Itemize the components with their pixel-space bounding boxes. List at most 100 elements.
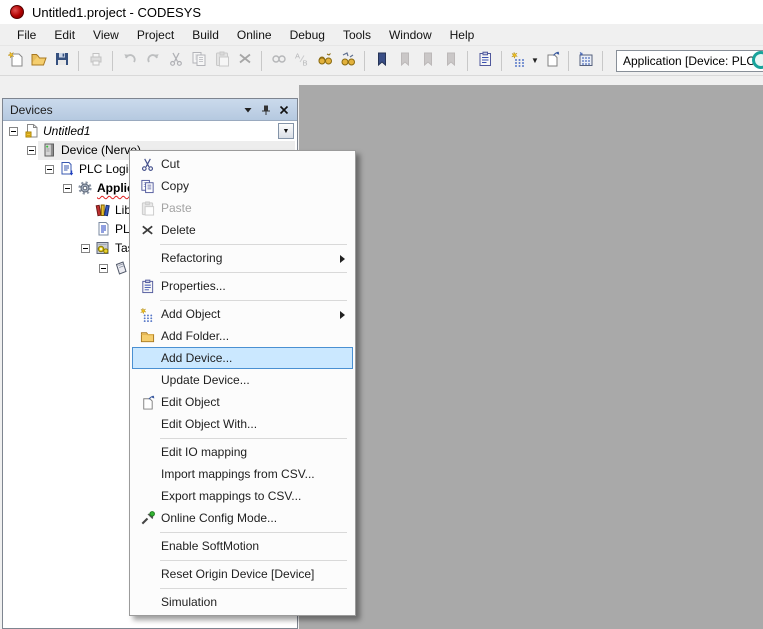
delete-icon — [133, 223, 161, 238]
codesys-app-icon[interactable] — [10, 5, 24, 19]
plc-logic-icon — [59, 161, 75, 177]
sparkle-grid-icon — [578, 51, 594, 70]
window-title: Untitled1.project - CODESYS — [32, 5, 201, 20]
panel-pin-icon[interactable] — [257, 102, 275, 117]
toolbar-separator — [78, 51, 79, 71]
menu-item-label: Simulation — [161, 595, 217, 609]
find-button[interactable] — [267, 49, 290, 73]
undo-button[interactable] — [118, 49, 141, 73]
edit-object-icon — [133, 395, 161, 410]
menu-build[interactable]: Build — [183, 25, 228, 45]
edit-object-button[interactable] — [540, 49, 563, 73]
cut-icon — [168, 51, 184, 70]
menu-item-label: Refactoring — [161, 251, 222, 265]
svg-text:A: A — [295, 52, 300, 61]
toolbar-separator — [261, 51, 262, 71]
menu-item-delete[interactable]: Delete — [132, 219, 353, 241]
panel-menu-chevron-down-icon[interactable] — [239, 102, 257, 117]
properties-button[interactable] — [473, 49, 496, 73]
replace-in-project-button[interactable] — [336, 49, 359, 73]
menu-item-add-folder[interactable]: Add Folder... — [132, 325, 353, 347]
menu-item-enable-softmotion[interactable]: Enable SoftMotion — [132, 535, 353, 557]
project-icon — [23, 123, 39, 139]
subtask-icon — [113, 260, 129, 276]
properties-icon — [477, 51, 493, 70]
redo-button[interactable] — [141, 49, 164, 73]
tree-expander-minus[interactable] — [45, 165, 54, 174]
tree-dropdown-button[interactable]: ▼ — [278, 123, 294, 139]
menu-item-label: Cut — [161, 157, 180, 171]
menu-online[interactable]: Online — [228, 25, 281, 45]
add-object-icon — [133, 307, 161, 322]
svg-text:B: B — [302, 59, 307, 68]
replace-icon: AB — [294, 51, 310, 70]
menu-item-update-device[interactable]: Update Device... — [132, 369, 353, 391]
paste-button[interactable] — [210, 49, 233, 73]
menu-item-import-mappings-from-csv[interactable]: Import mappings from CSV... — [132, 463, 353, 485]
save-button[interactable] — [50, 49, 73, 73]
tree-expander-minus[interactable] — [63, 184, 72, 193]
menu-item-reset-origin-device-device[interactable]: Reset Origin Device [Device] — [132, 563, 353, 585]
tree-expander-minus[interactable] — [81, 244, 90, 253]
delete-button[interactable] — [233, 49, 256, 73]
bookmark-icon — [374, 51, 390, 70]
print-button[interactable] — [84, 49, 107, 73]
next-bookmark-button[interactable] — [416, 49, 439, 73]
context-menu: Cut CopyPaste Delete Refactoring Properties.… — [129, 150, 356, 616]
toolbar-separator — [364, 51, 365, 71]
menu-item-refactoring[interactable]: Refactoring — [132, 247, 353, 269]
menu-item-label: Enable SoftMotion — [161, 539, 259, 553]
tree-expander-minus[interactable] — [99, 264, 108, 273]
previous-bookmark-button[interactable] — [393, 49, 416, 73]
menu-item-cut[interactable]: Cut — [132, 153, 353, 175]
active-application-combo[interactable]: Application [Device: PLC Logic]▼ — [616, 51, 763, 71]
tree-item-untitled1[interactable]: Untitled1 — [3, 122, 297, 141]
menu-item-online-config-mode[interactable]: Online Config Mode... — [132, 507, 353, 529]
online-config-icon — [133, 511, 161, 526]
toggle-bookmark-button[interactable] — [370, 49, 393, 73]
menu-help[interactable]: Help — [441, 25, 484, 45]
device-dialog-button[interactable] — [574, 49, 597, 73]
menu-item-edit-object[interactable]: Edit Object — [132, 391, 353, 413]
menu-item-add-device[interactable]: Add Device... — [132, 347, 353, 369]
tree-expander-minus[interactable] — [9, 127, 18, 136]
menu-item-label: Add Device... — [161, 351, 232, 365]
find-in-project-button[interactable] — [313, 49, 336, 73]
menu-item-label: Delete — [161, 223, 196, 237]
menu-tools[interactable]: Tools — [334, 25, 380, 45]
menu-debug[interactable]: Debug — [281, 25, 334, 45]
menu-window[interactable]: Window — [380, 25, 441, 45]
print-icon — [88, 51, 104, 70]
menu-item-label: Add Object — [161, 307, 220, 321]
delete-icon — [237, 51, 253, 70]
menu-item-paste[interactable]: Paste — [132, 197, 353, 219]
menu-file[interactable]: File — [8, 25, 45, 45]
bookmark-red-icon — [420, 51, 436, 70]
menu-item-properties[interactable]: Properties... — [132, 275, 353, 297]
clear-bookmarks-button[interactable] — [439, 49, 462, 73]
menu-item-copy[interactable]: Copy — [132, 175, 353, 197]
add-object-dropdown-arrow[interactable]: ▼ — [530, 56, 540, 65]
tree-expander-minus[interactable] — [27, 146, 36, 155]
replace-button[interactable]: AB — [290, 49, 313, 73]
submenu-arrow-icon — [340, 311, 345, 319]
copy-button[interactable] — [187, 49, 210, 73]
open-project-icon — [31, 51, 47, 70]
new-project-button[interactable] — [4, 49, 27, 73]
menu-item-label: Properties... — [161, 279, 226, 293]
menu-item-simulation[interactable]: Simulation — [132, 591, 353, 613]
clipped-toolbar-icon[interactable] — [752, 51, 763, 69]
redo-icon — [145, 51, 161, 70]
cut-button[interactable] — [164, 49, 187, 73]
menu-view[interactable]: View — [84, 25, 128, 45]
open-project-button[interactable] — [27, 49, 50, 73]
menu-item-add-object[interactable]: Add Object — [132, 303, 353, 325]
menu-item-edit-io-mapping[interactable]: Edit IO mapping — [132, 441, 353, 463]
menu-edit[interactable]: Edit — [45, 25, 84, 45]
add-object-button[interactable] — [507, 49, 530, 73]
menu-item-edit-object-with[interactable]: Edit Object With... — [132, 413, 353, 435]
menu-project[interactable]: Project — [128, 25, 183, 45]
toolbar: AB ▼ Application [Device: PLC Logic]▼ — [0, 46, 763, 76]
panel-close-icon[interactable] — [275, 102, 293, 117]
menu-item-export-mappings-to-csv[interactable]: Export mappings to CSV... — [132, 485, 353, 507]
